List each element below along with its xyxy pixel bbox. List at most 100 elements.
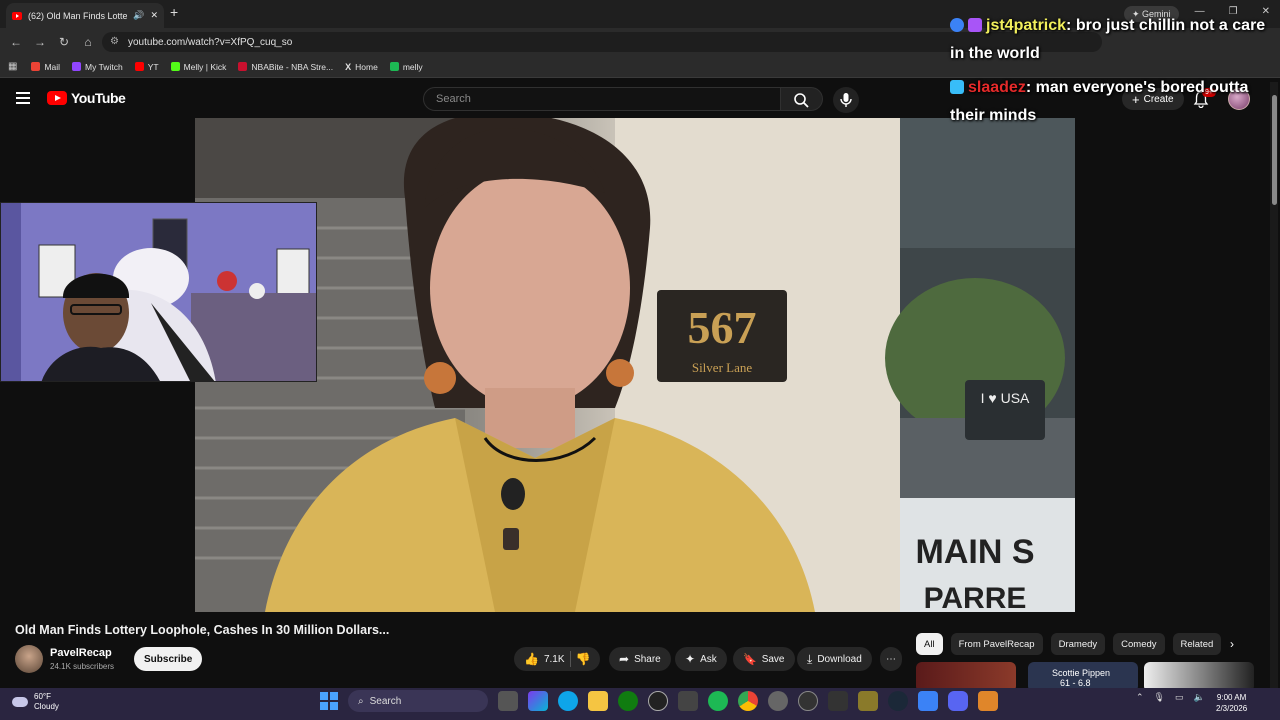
site-info-icon[interactable]: ⚙ (110, 36, 119, 47)
search-icon (794, 93, 809, 108)
windows-start-icon[interactable] (320, 692, 338, 710)
subscribe-button[interactable]: Subscribe (134, 647, 203, 671)
reload-icon[interactable]: ↻ (52, 35, 76, 49)
xbox-icon[interactable] (618, 691, 638, 711)
voice-search-button[interactable] (833, 87, 859, 113)
media-player-icon[interactable] (798, 691, 818, 711)
chat-message: jst4patrick: bro just chillin not a care… (950, 12, 1275, 68)
app-icon[interactable] (828, 691, 848, 711)
chip-comedy[interactable]: Comedy (1113, 633, 1165, 655)
bookmark-my-twitch[interactable]: My Twitch (72, 62, 123, 72)
volume-icon[interactable]: 🔈 (1194, 692, 1205, 703)
youtube-logo[interactable]: YouTube (47, 90, 126, 106)
youtube-icon (134, 62, 144, 71)
weather-widget[interactable]: 60°F Cloudy (12, 692, 59, 712)
nba-icon (238, 62, 248, 71)
bookmark-icon: 🔖 (743, 653, 757, 666)
system-tray: ⌃ 🎙 ▭ 🔈 (1136, 692, 1205, 703)
store-sign-text-2: PARRE (924, 582, 1027, 612)
save-button[interactable]: 🔖 Save (733, 647, 795, 671)
thumbs-down-icon: 👎 (575, 652, 591, 666)
share-label: Share (634, 653, 661, 665)
bookmark-label: My Twitch (85, 61, 123, 72)
spotify-icon[interactable] (708, 691, 728, 711)
microphone-icon (840, 93, 852, 107)
video-title: Old Man Finds Lottery Loophole, Cashes I… (15, 623, 390, 637)
bookmark-yt[interactable]: YT (134, 61, 159, 72)
clock-date: 2/3/2026 (1216, 704, 1248, 713)
display-icon[interactable]: ▭ (1175, 692, 1184, 703)
more-actions-button[interactable]: ⋯ (880, 647, 902, 671)
close-tab-icon[interactable]: ✕ (150, 10, 158, 21)
related-score: 61 - 6.8 (1060, 678, 1091, 688)
search-placeholder: Search (436, 93, 471, 105)
save-label: Save (761, 653, 785, 665)
home-icon[interactable]: ⌂ (76, 35, 100, 49)
new-tab-button[interactable]: + (170, 4, 178, 20)
melly-icon (389, 62, 399, 71)
bookmark-nbabite[interactable]: NBABite - NBA Stre... (238, 62, 333, 72)
bookmark-melly[interactable]: melly (389, 61, 423, 72)
like-button[interactable]: 👍 7.1K (524, 652, 565, 666)
channel-avatar[interactable] (15, 645, 43, 673)
x-icon: X (345, 61, 352, 72)
forward-icon[interactable]: → (28, 35, 52, 49)
bookmark-melly-kick[interactable]: Melly | Kick (170, 62, 226, 72)
related-thumbnail[interactable] (916, 662, 1016, 688)
download-button[interactable]: ⤓ Download (797, 647, 872, 671)
bookmark-label: melly (402, 61, 423, 72)
apps-grid-icon[interactable]: ▦ (8, 61, 17, 72)
app-icon-2[interactable] (858, 691, 878, 711)
video-frame: I ♥ USA MAIN S PARRE 567 Silver Lane (195, 118, 1075, 612)
steam-icon[interactable] (888, 691, 908, 711)
taskbar-search[interactable]: ⌕ Search (348, 690, 488, 712)
bookmark-label: Mail (44, 61, 61, 72)
discord-icon[interactable] (948, 691, 968, 711)
chevron-up-icon[interactable]: ⌃ (1136, 692, 1144, 703)
copilot-icon[interactable] (528, 691, 548, 711)
chip-all[interactable]: All (916, 633, 943, 655)
chip-dramedy[interactable]: Dramedy (1050, 633, 1106, 655)
bookmark-mail[interactable]: Mail (31, 62, 60, 72)
menu-icon[interactable] (16, 92, 30, 104)
search-input[interactable]: Search (423, 87, 781, 111)
speaker-icon[interactable]: 🔊 (133, 10, 144, 21)
chip-related[interactable]: Related (1172, 633, 1222, 655)
task-view-icon[interactable] (498, 691, 518, 711)
obs-icon[interactable] (648, 691, 668, 711)
back-icon[interactable]: ← (4, 35, 28, 49)
download-icon: ⤓ (807, 651, 813, 666)
bookmark-home[interactable]: X Home (345, 62, 378, 72)
download-label: Download (817, 653, 862, 665)
chip-from-channel[interactable]: From PavelRecap (950, 633, 1043, 655)
dislike-button[interactable]: 👎 (576, 652, 591, 666)
bookmark-label: NBABite - NBA Stre... (251, 61, 334, 72)
browser-tab[interactable]: (62) Old Man Finds Lottery 🔊 ✕ (6, 3, 164, 28)
app-icon-3[interactable] (978, 691, 998, 711)
youtube-logo-text: YouTube (71, 90, 126, 106)
channel-name[interactable]: PavelRecap (50, 647, 112, 659)
crown-badge-icon (950, 80, 964, 94)
related-thumbnail[interactable] (1144, 662, 1254, 688)
chrome-icon[interactable] (738, 691, 758, 711)
related-thumbnail[interactable]: Scottie Pippen 61 - 6.8 (1028, 662, 1138, 688)
gmail-icon (31, 62, 41, 71)
bookmark-label: YT (147, 61, 159, 72)
search-button[interactable] (781, 87, 823, 111)
microphone-tray-icon[interactable]: 🎙 (1154, 692, 1165, 703)
taskbar-clock[interactable]: 9:00 AM 2/3/2026 (1216, 692, 1247, 714)
clock-time: 9:00 AM (1216, 693, 1247, 702)
file-explorer-icon[interactable] (588, 691, 608, 711)
send-icon[interactable] (918, 691, 938, 711)
twitch-icon (72, 62, 82, 71)
store-icon[interactable] (678, 691, 698, 711)
taskbar-apps: ⌕ Search (320, 690, 998, 712)
chevron-right-icon[interactable]: › (1230, 637, 1234, 651)
video-player[interactable]: I ♥ USA MAIN S PARRE 567 Silver Lane (195, 118, 1075, 612)
more-icon: ⋯ (886, 653, 896, 665)
like-dislike-group: 👍 7.1K 👎 (514, 647, 601, 671)
share-button[interactable]: ➦ Share (609, 647, 671, 671)
settings-gear-icon[interactable] (768, 691, 788, 711)
ask-button[interactable]: ✦ Ask (675, 647, 727, 671)
edge-icon[interactable] (558, 691, 578, 711)
